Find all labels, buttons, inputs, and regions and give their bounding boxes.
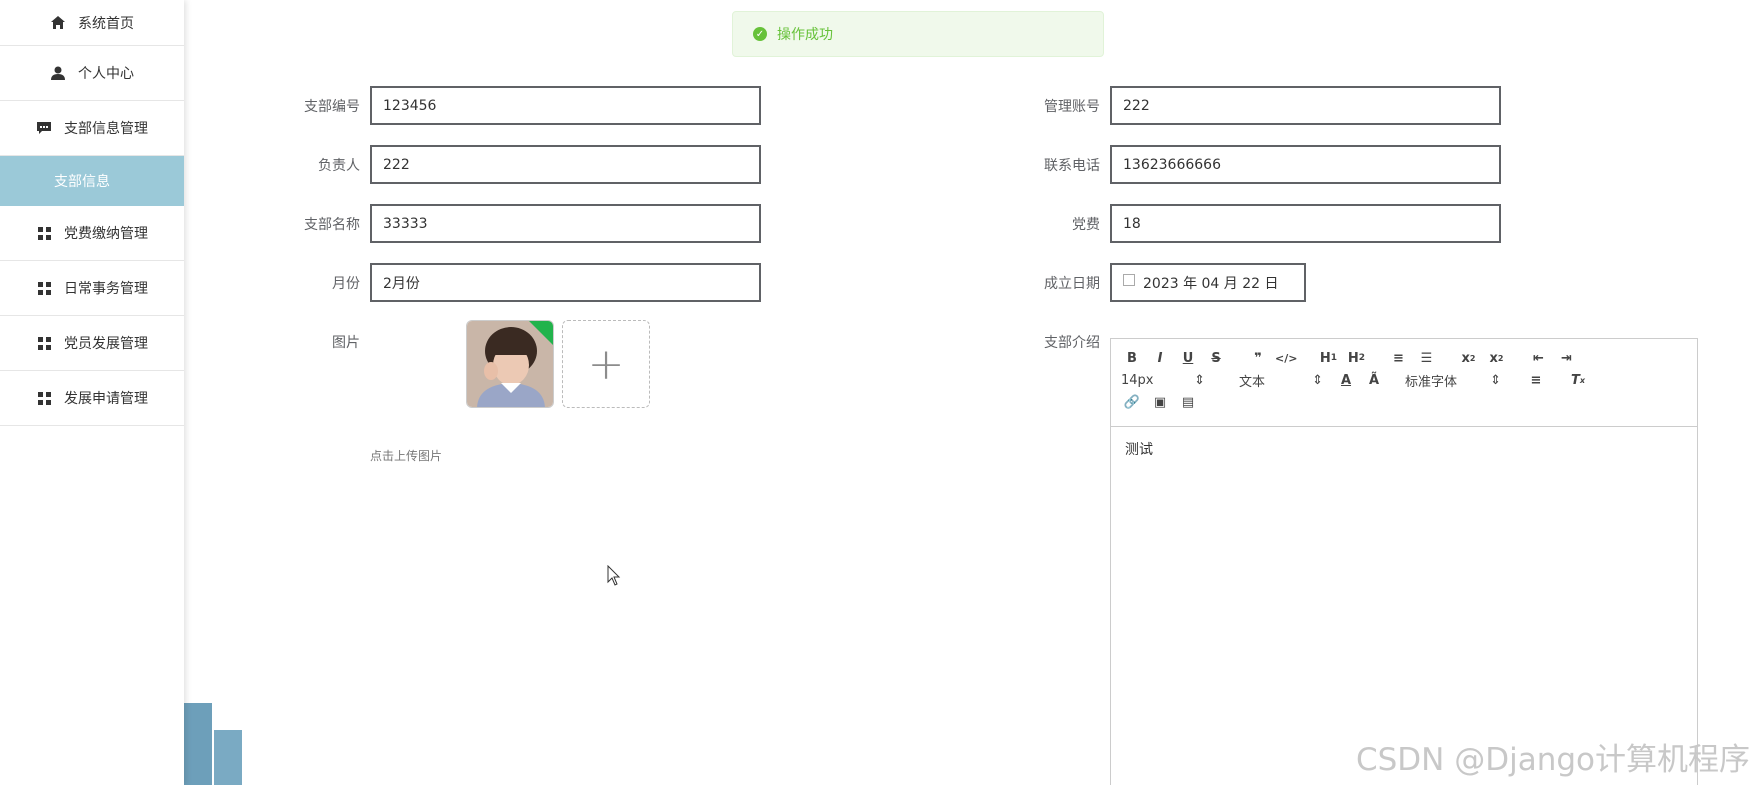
upload-image-button[interactable]: +	[562, 320, 650, 408]
link-icon[interactable]: 🔗	[1121, 392, 1143, 412]
video-icon[interactable]: ▤	[1177, 392, 1199, 412]
font-family-select[interactable]: 标准字体 ⇕	[1405, 371, 1501, 390]
grid-icon	[36, 390, 52, 406]
fee-label: 党费	[1072, 217, 1100, 233]
editor-content[interactable]: 测试	[1111, 427, 1697, 471]
grid-icon	[36, 335, 52, 351]
calendar-icon	[1123, 273, 1135, 286]
grid-icon	[36, 225, 52, 241]
sidebar-item-application-management[interactable]: 发展申请管理	[0, 371, 184, 426]
branch-name-input[interactable]: 33333	[370, 204, 761, 243]
sidebar-item-branch-info[interactable]: 支部信息	[0, 156, 184, 206]
outdent-icon[interactable]: ⇤	[1527, 348, 1549, 368]
sidebar-item-label: 党费缴纳管理	[64, 226, 148, 242]
branch-code-input[interactable]: 123456	[370, 86, 761, 125]
header2-button[interactable]: H2	[1345, 348, 1367, 368]
phone-input[interactable]: 13623666666	[1110, 145, 1501, 184]
editor-toolbar: B I U S ❞ </> H1 H2 ≡ ☰ x2 x2 ⇤ ⇥ 14px ⇕ …	[1111, 339, 1697, 427]
mouse-cursor-icon	[607, 565, 621, 586]
align-icon[interactable]: ≡	[1525, 370, 1547, 390]
sidebar-item-profile[interactable]: 个人中心	[0, 46, 184, 101]
toast-message: 操作成功	[777, 27, 833, 43]
rich-text-editor: B I U S ❞ </> H1 H2 ≡ ☰ x2 x2 ⇤ ⇥ 14px ⇕ …	[1110, 338, 1698, 785]
code-block-icon[interactable]: </>	[1275, 348, 1297, 368]
font-size-select[interactable]: 14px ⇕	[1121, 373, 1205, 388]
user-icon	[50, 65, 66, 81]
success-toast: ✓ 操作成功	[732, 11, 1104, 57]
font-color-icon[interactable]: A	[1335, 370, 1357, 390]
sidebar: 系统首页 个人中心 支部信息管理 支部信息 党费缴纳管理 日常事务管理 党员发展…	[0, 0, 184, 785]
founded-date-label: 成立日期	[1044, 276, 1100, 292]
branch-name-label: 支部名称	[304, 217, 360, 233]
superscript-button[interactable]: x2	[1485, 348, 1507, 368]
bullet-list-icon[interactable]: ☰	[1415, 348, 1437, 368]
underline-button[interactable]: U	[1177, 348, 1199, 368]
message-icon	[36, 120, 52, 136]
branch-code-label: 支部编号	[304, 99, 360, 115]
grid-icon	[36, 280, 52, 296]
admin-account-label: 管理账号	[1044, 99, 1100, 115]
month-input[interactable]: 2月份	[370, 263, 761, 302]
sidebar-item-label: 系统首页	[78, 15, 134, 32]
sidebar-item-label: 发展申请管理	[64, 391, 148, 407]
uploaded-image-thumbnail[interactable]	[466, 320, 554, 408]
paragraph-select[interactable]: 文本 ⇕	[1239, 371, 1323, 390]
clear-format-icon[interactable]: Tx	[1567, 370, 1589, 390]
background-color-icon[interactable]: Ã	[1363, 370, 1385, 390]
sidebar-item-fee-management[interactable]: 党费缴纳管理	[0, 206, 184, 261]
ordered-list-icon[interactable]: ≡	[1387, 348, 1409, 368]
image-label: 图片	[332, 335, 360, 351]
sidebar-item-branch-management[interactable]: 支部信息管理	[0, 101, 184, 156]
admin-account-input[interactable]: 222	[1110, 86, 1501, 125]
home-icon	[50, 15, 66, 31]
header1-button[interactable]: H1	[1317, 348, 1339, 368]
founded-date-input[interactable]: 2023 年 04 月 22 日	[1110, 263, 1306, 302]
sidebar-item-label: 个人中心	[78, 66, 134, 82]
founded-date-value: 2023 年 04 月 22 日	[1143, 275, 1279, 292]
check-circle-icon: ✓	[753, 27, 767, 41]
plus-icon: +	[587, 338, 625, 390]
month-label: 月份	[332, 276, 360, 292]
leader-input[interactable]: 222	[370, 145, 761, 184]
sidebar-item-home[interactable]: 系统首页	[0, 0, 184, 46]
phone-label: 联系电话	[1044, 158, 1100, 174]
indent-icon[interactable]: ⇥	[1555, 348, 1577, 368]
leader-label: 负责人	[318, 158, 360, 174]
intro-label: 支部介绍	[1044, 335, 1100, 351]
sidebar-item-label: 支部信息管理	[64, 121, 148, 137]
building-decoration	[184, 703, 242, 785]
bold-button[interactable]: B	[1121, 348, 1143, 368]
blockquote-icon[interactable]: ❞	[1247, 348, 1269, 368]
watermark: CSDN @Django计算机程序	[1355, 742, 1750, 778]
sidebar-item-label: 党员发展管理	[64, 336, 148, 352]
fee-input[interactable]: 18	[1110, 204, 1501, 243]
sidebar-item-daily-affairs[interactable]: 日常事务管理	[0, 261, 184, 316]
sidebar-item-label: 日常事务管理	[64, 281, 148, 297]
italic-button[interactable]: I	[1149, 348, 1171, 368]
strike-button[interactable]: S	[1205, 348, 1227, 368]
sidebar-item-member-development[interactable]: 党员发展管理	[0, 316, 184, 371]
upload-tip: 点击上传图片	[370, 449, 443, 463]
image-icon[interactable]: ▣	[1149, 392, 1171, 412]
subscript-button[interactable]: x2	[1457, 348, 1479, 368]
sidebar-item-label: 支部信息	[54, 174, 110, 190]
